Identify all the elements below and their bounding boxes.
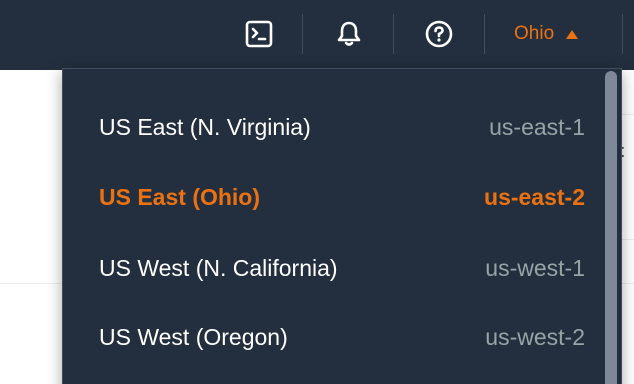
nav-divider [622, 14, 623, 54]
region-dropdown-menu: US East (N. Virginia) us-east-1 US East … [62, 68, 622, 384]
cloudshell-icon [244, 19, 274, 49]
region-code: us-west-2 [485, 323, 585, 350]
question-mark-icon [424, 19, 454, 49]
region-option[interactable]: US East (N. Virginia) us-east-1 [63, 99, 599, 155]
region-option[interactable]: US West (N. California) us-west-1 [63, 240, 599, 296]
region-selector-button[interactable]: Ohio [500, 12, 592, 56]
region-name: US East (N. Virginia) [99, 113, 311, 140]
bell-icon [334, 19, 364, 49]
region-code: us-east-1 [489, 113, 585, 140]
region-code: us-west-1 [485, 254, 585, 281]
top-navigation-bar: Ohio [0, 0, 634, 70]
region-name: US West (Oregon) [99, 323, 288, 350]
notifications-button[interactable] [326, 12, 372, 56]
region-name: US East (Ohio) [99, 183, 261, 210]
region-code: us-east-2 [484, 183, 585, 210]
region-option-selected[interactable]: US East (Ohio) us-east-2 [63, 169, 599, 225]
cloudshell-button[interactable] [236, 12, 282, 56]
region-selector-label: Ohio [514, 23, 555, 44]
scrollbar-thumb[interactable] [605, 71, 617, 384]
console-page: t [0, 0, 634, 384]
region-name: US West (N. California) [99, 254, 338, 281]
help-button[interactable] [416, 12, 462, 56]
nav-divider [484, 14, 485, 54]
region-option[interactable]: US West (Oregon) us-west-2 [63, 309, 599, 365]
dropdown-scrollbar[interactable] [605, 71, 617, 384]
nav-divider [302, 14, 303, 54]
nav-divider [393, 14, 394, 54]
caret-up-icon [566, 29, 579, 39]
